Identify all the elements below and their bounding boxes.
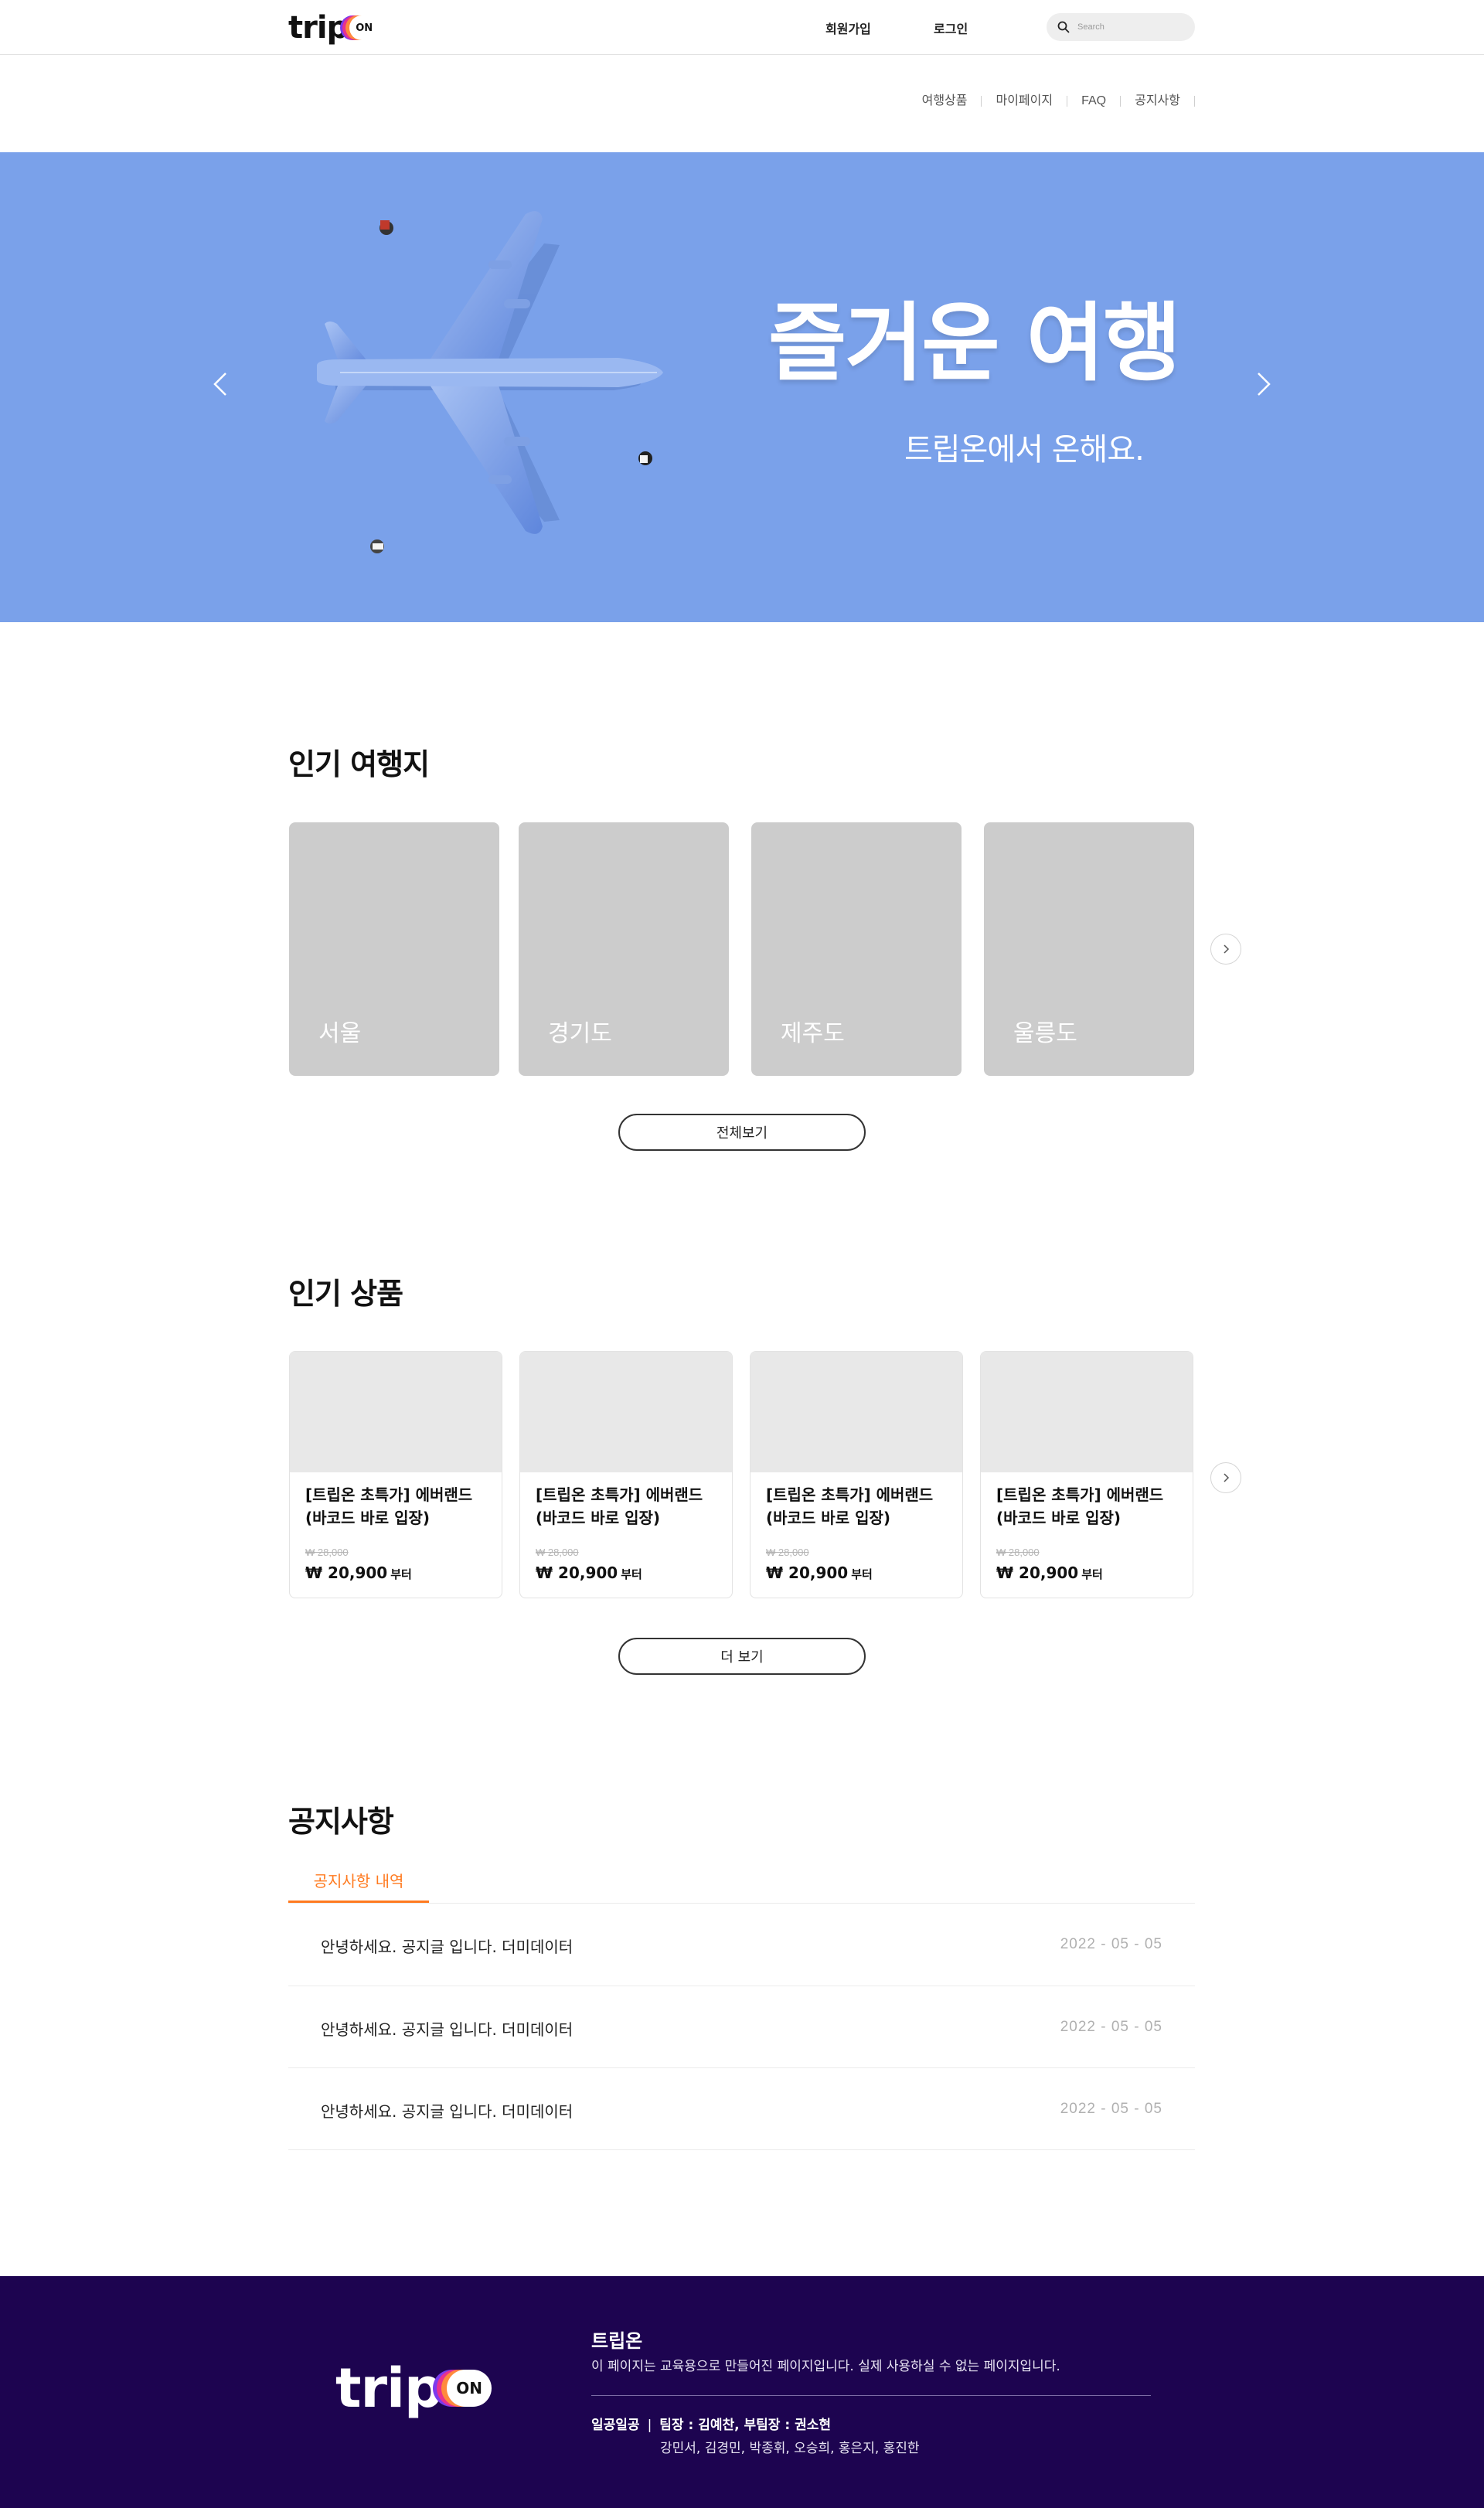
notice-row-date: 2022 - 05 - 05	[1060, 1936, 1162, 1952]
product-price: ₩ 20,900 부터	[536, 1564, 642, 1582]
nav-notice[interactable]: 공지사항	[1121, 95, 1195, 107]
airplane-illustration	[317, 211, 663, 553]
destination-card[interactable]: 서울	[289, 822, 499, 1076]
notice-row[interactable]: 안녕하세요. 공지글 입니다. 더미데이터 2022 - 05 - 05	[288, 1986, 1195, 2068]
price-suffix: 부터	[390, 1567, 412, 1581]
logo-badge-text: ON	[356, 22, 373, 34]
search-icon	[1057, 21, 1070, 33]
site-logo[interactable]: trip ON	[288, 8, 380, 48]
nav-travel-products[interactable]: 여행상품	[922, 95, 982, 107]
price-value: ₩ 20,900	[766, 1564, 849, 1582]
product-original-price: ₩ 28,000	[536, 1547, 579, 1558]
logo-wordmark: trip	[335, 2357, 443, 2420]
product-name: [트립온 초특가] 에버랜드 (바코드 바로 입장)	[536, 1485, 703, 1527]
destination-label: 경기도	[548, 1020, 612, 1047]
footer-divider	[591, 2395, 1151, 2396]
destination-card[interactable]: 제주도	[751, 822, 962, 1076]
notice-row-title: 안녕하세요. 공지글 입니다. 더미데이터	[321, 1938, 574, 1956]
notice-row[interactable]: 안녕하세요. 공지글 입니다. 더미데이터 2022 - 05 - 05	[288, 1904, 1195, 1986]
sub-navigation: 여행상품 마이페이지 FAQ 공지사항	[922, 95, 1195, 107]
price-value: ₩ 20,900	[996, 1564, 1079, 1582]
logo-on-badge: ON	[349, 15, 380, 40]
product-card[interactable]: [트립온 초특가] 에버랜드 (바코드 바로 입장) ₩ 28,000 ₩ 20…	[289, 1351, 502, 1598]
footer-description: 이 페이지는 교육용으로 만들어진 페이지입니다. 실제 사용하실 수 없는 페…	[591, 2359, 1060, 2374]
destinations-next-button[interactable]	[1210, 934, 1241, 965]
nav-mypage[interactable]: 마이페이지	[982, 95, 1068, 107]
product-image	[520, 1352, 732, 1472]
price-value: ₩ 20,900	[536, 1564, 618, 1582]
hero-banner: 즐거운 여행 트립온에서 온해요.	[0, 152, 1484, 622]
logo-on-badge: ON	[447, 2370, 492, 2407]
nav-faq[interactable]: FAQ	[1067, 95, 1122, 107]
product-image	[751, 1352, 962, 1472]
chevron-right-icon	[1224, 1473, 1230, 1482]
product-original-price: ₩ 28,000	[996, 1547, 1040, 1558]
destination-card[interactable]: 울릉도	[984, 822, 1194, 1076]
product-image	[981, 1352, 1193, 1472]
price-suffix: 부터	[851, 1567, 873, 1581]
signup-link[interactable]: 회원가입	[825, 19, 871, 37]
product-name: [트립온 초특가] 에버랜드 (바코드 바로 입장)	[766, 1485, 934, 1527]
product-card[interactable]: [트립온 초특가] 에버랜드 (바코드 바로 입장) ₩ 28,000 ₩ 20…	[519, 1351, 733, 1598]
login-link[interactable]: 로그인	[934, 19, 968, 37]
product-card[interactable]: [트립온 초특가] 에버랜드 (바코드 바로 입장) ₩ 28,000 ₩ 20…	[750, 1351, 963, 1598]
product-price: ₩ 20,900 부터	[305, 1564, 412, 1582]
products-next-button[interactable]	[1210, 1462, 1241, 1493]
notice-row-date: 2022 - 05 - 05	[1060, 2019, 1162, 2035]
tab-notice-history[interactable]: 공지사항 내역	[288, 1860, 429, 1903]
search-box[interactable]	[1047, 13, 1195, 41]
product-price: ₩ 20,900 부터	[766, 1564, 873, 1582]
price-suffix: 부터	[1081, 1567, 1103, 1581]
notice-row-title: 안녕하세요. 공지글 입니다. 더미데이터	[321, 2102, 574, 2121]
hero-subtitle: 트립온에서 온해요.	[904, 432, 1145, 468]
notice-row-title: 안녕하세요. 공지글 입니다. 더미데이터	[321, 2020, 574, 2039]
more-products-button[interactable]: 더 보기	[618, 1638, 866, 1675]
divider	[288, 2149, 1195, 2150]
site-footer: trip ON 트립온 이 페이지는 교육용으로 만들어진 페이지입니다. 실제…	[0, 2276, 1484, 2508]
team-name: 일공일공	[591, 2418, 640, 2433]
product-name: [트립온 초특가] 에버랜드 (바코드 바로 입장)	[996, 1485, 1164, 1527]
logo-badge-text: ON	[456, 2379, 482, 2397]
notice-title: 공지사항	[288, 1805, 394, 1839]
team-leaders: 팀장 : 김예찬, 부팀장 : 권소현	[659, 2418, 831, 2433]
chevron-right-icon	[1258, 373, 1271, 396]
hero-title: 즐거운 여행	[768, 294, 1181, 393]
price-value: ₩ 20,900	[305, 1564, 388, 1582]
site-header: trip ON 회원가입 로그인	[0, 0, 1484, 55]
product-original-price: ₩ 28,000	[766, 1547, 809, 1558]
team-members: 강민서, 김경민, 박종휘, 오승희, 홍은지, 홍진한	[660, 2441, 920, 2456]
destination-label: 울릉도	[1013, 1020, 1077, 1047]
hero-next-button[interactable]	[1247, 369, 1278, 400]
team-separator: |	[647, 2418, 652, 2433]
search-input[interactable]	[1077, 22, 1186, 32]
footer-site-name: 트립온	[591, 2330, 643, 2352]
product-card[interactable]: [트립온 초특가] 에버랜드 (바코드 바로 입장) ₩ 28,000 ₩ 20…	[980, 1351, 1193, 1598]
footer-team: 일공일공 | 팀장 : 김예찬, 부팀장 : 권소현	[591, 2414, 831, 2433]
destination-card[interactable]: 경기도	[519, 822, 729, 1076]
notice-row-date: 2022 - 05 - 05	[1060, 2101, 1162, 2117]
view-all-button[interactable]: 전체보기	[618, 1114, 866, 1151]
price-suffix: 부터	[621, 1567, 642, 1581]
product-original-price: ₩ 28,000	[305, 1547, 349, 1558]
products-title: 인기 상품	[288, 1277, 403, 1311]
destinations-title: 인기 여행지	[288, 747, 430, 781]
destination-label: 제주도	[781, 1020, 845, 1047]
product-price: ₩ 20,900 부터	[996, 1564, 1103, 1582]
destination-label: 서울	[318, 1020, 362, 1047]
notice-row[interactable]: 안녕하세요. 공지글 입니다. 더미데이터 2022 - 05 - 05	[288, 2068, 1195, 2150]
product-name: [트립온 초특가] 에버랜드 (바코드 바로 입장)	[305, 1485, 473, 1527]
footer-logo[interactable]: trip ON	[335, 2361, 492, 2415]
logo-wordmark: trip	[288, 10, 349, 46]
chevron-right-icon	[1224, 944, 1230, 954]
product-image	[290, 1352, 502, 1472]
chevron-left-icon	[213, 373, 226, 396]
hero-prev-button[interactable]	[206, 369, 237, 400]
